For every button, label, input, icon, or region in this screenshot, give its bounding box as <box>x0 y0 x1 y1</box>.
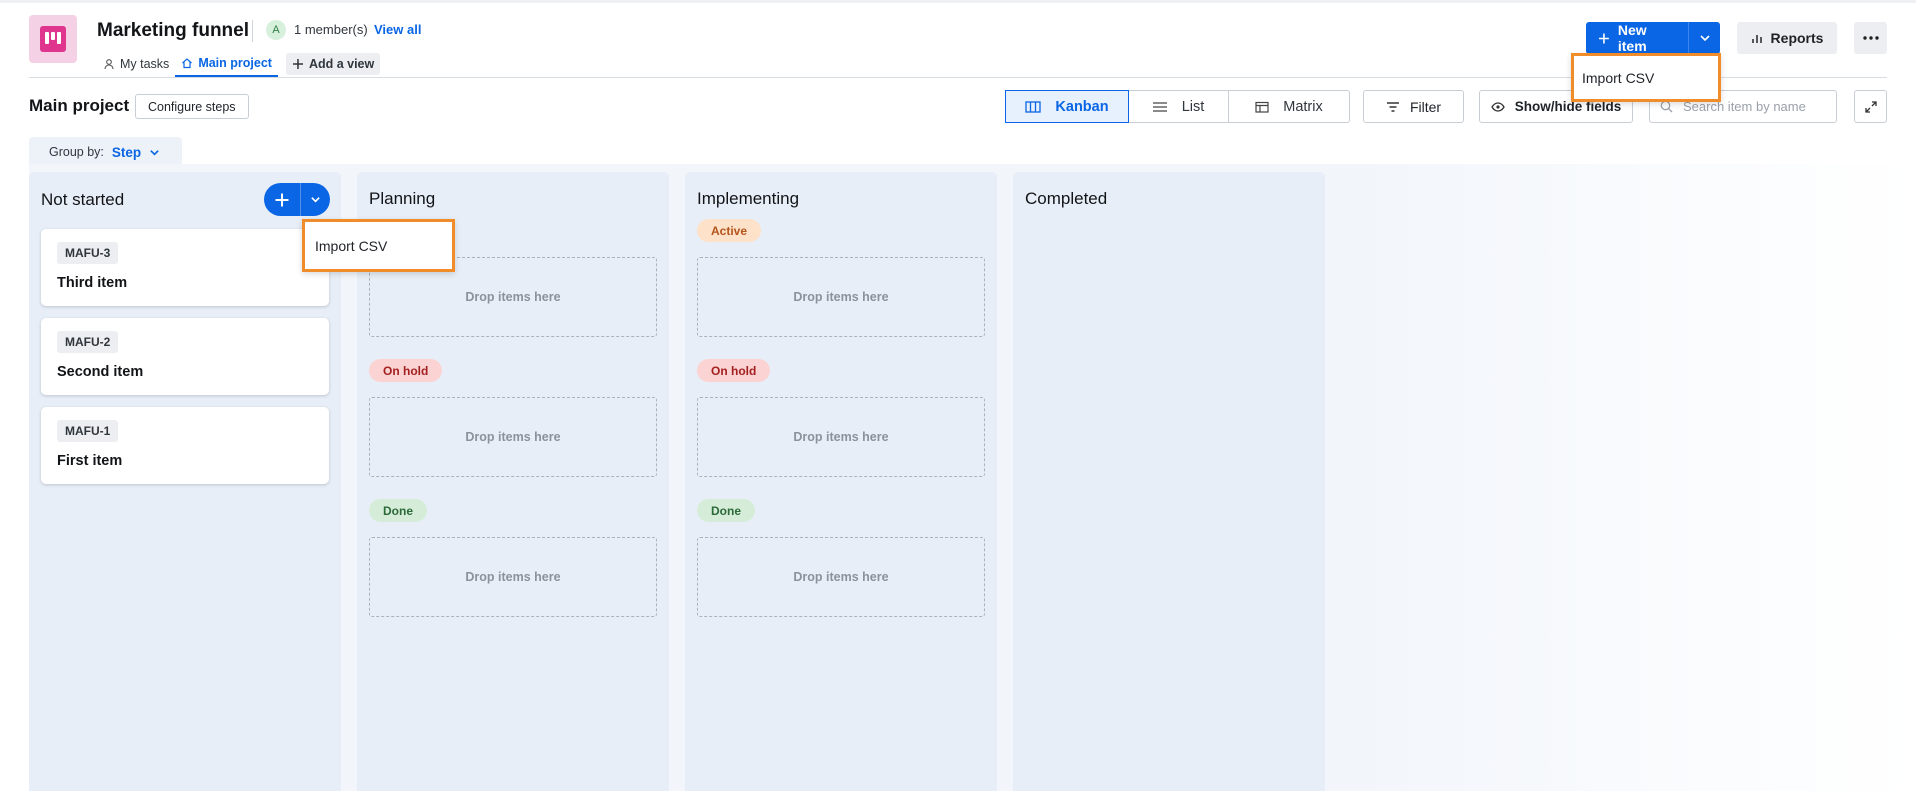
top-border <box>0 0 1916 3</box>
chevron-down-icon <box>1699 35 1710 42</box>
view-kanban[interactable]: Kanban <box>1005 90 1129 123</box>
title-divider <box>252 20 253 42</box>
plus-icon <box>275 193 289 206</box>
avatar[interactable]: A <box>266 20 286 40</box>
status-badge: Done <box>369 499 427 522</box>
status-badge: Done <box>697 499 755 522</box>
column-title: Completed <box>1025 189 1108 208</box>
import-csv-menu-item[interactable]: Import CSV <box>1582 70 1654 86</box>
home-icon <box>182 57 193 68</box>
drop-zone[interactable]: Drop items here <box>369 537 657 617</box>
new-item-dropdown-button[interactable] <box>1688 22 1720 54</box>
app-logo <box>29 15 77 63</box>
group-by-control[interactable]: Group by: Step <box>29 137 182 167</box>
status-badge: On hold <box>369 359 443 382</box>
tab-label: Main project <box>198 55 272 70</box>
add-view-button[interactable]: Add a view <box>285 52 381 75</box>
filter-label: Filter <box>1409 98 1442 115</box>
board-icon <box>40 26 66 52</box>
column-completed: Completed <box>1013 172 1325 791</box>
new-item-label: New item <box>1617 22 1647 54</box>
drop-zone[interactable]: Drop items here <box>369 397 657 477</box>
section-title: Main project <box>29 96 130 115</box>
reports-label: Reports <box>1770 30 1824 46</box>
item-name: First item <box>57 453 123 469</box>
view-label: Matrix <box>1283 98 1323 115</box>
matrix-icon <box>1255 101 1269 113</box>
add-item-dropdown-button[interactable] <box>300 183 330 216</box>
drop-zone[interactable]: Drop items here <box>697 537 985 617</box>
project-title: Marketing funnel <box>97 20 250 41</box>
tab-main-project[interactable]: Main project <box>175 50 278 77</box>
view-all-link[interactable]: View all <box>374 22 421 37</box>
reports-button[interactable]: Reports <box>1737 22 1837 54</box>
new-item-split-button: New item <box>1586 22 1720 54</box>
item-key: MAFU-1 <box>57 420 119 442</box>
new-item-menu: Import CSV <box>1571 53 1721 102</box>
item-name: Second item <box>57 364 144 380</box>
column-add-menu: Import CSV <box>302 219 455 272</box>
member-count: 1 member(s) <box>294 22 368 37</box>
more-options-button[interactable] <box>1854 22 1887 54</box>
column-implementing: Implementing Active Drop items here On h… <box>685 172 997 791</box>
column-title: Implementing <box>697 189 800 208</box>
view-switcher: Kanban List Matrix <box>1005 90 1350 123</box>
filter-button[interactable]: Filter <box>1363 90 1464 123</box>
tab-label: Add a view <box>308 56 375 71</box>
configure-steps-button[interactable]: Configure steps <box>135 94 249 119</box>
plus-icon <box>1598 33 1609 43</box>
group-by-value[interactable]: Step <box>112 145 160 160</box>
filter-icon <box>1386 101 1399 112</box>
status-badge: Active <box>697 219 762 242</box>
item-card[interactable]: MAFU-1 First item <box>41 407 329 484</box>
column-add-split-button <box>264 183 330 216</box>
tab-my-tasks[interactable]: My tasks <box>97 50 175 77</box>
kanban-icon <box>1025 100 1042 113</box>
view-label: Kanban <box>1055 98 1109 115</box>
group-by-label: Group by: <box>49 145 104 159</box>
fullscreen-button[interactable] <box>1854 90 1887 123</box>
add-item-button[interactable] <box>264 183 300 216</box>
chevron-down-icon <box>311 197 320 203</box>
item-key: MAFU-2 <box>57 331 119 353</box>
item-key: MAFU-3 <box>57 242 119 264</box>
view-matrix[interactable]: Matrix <box>1229 91 1349 122</box>
drop-zone[interactable]: Drop items here <box>697 257 985 337</box>
person-icon <box>104 58 114 69</box>
tab-label: My tasks <box>120 56 170 71</box>
ellipsis-icon <box>1862 36 1879 40</box>
group-by-value-text: Step <box>111 144 142 160</box>
bar-chart-icon <box>1751 35 1762 43</box>
item-card[interactable]: MAFU-3 Third item <box>41 229 329 306</box>
chevron-down-icon <box>150 149 159 156</box>
plus-icon <box>292 58 303 69</box>
expand-icon <box>1864 100 1877 113</box>
import-csv-menu-item[interactable]: Import CSV <box>315 238 387 254</box>
column-title: Not started <box>41 190 125 209</box>
item-card[interactable]: MAFU-2 Second item <box>41 318 329 395</box>
list-icon <box>1152 101 1167 112</box>
item-name: Third item <box>57 275 128 291</box>
column-not-started: Not started MAFU-3 Third item MAFU-2 Sec… <box>29 172 341 791</box>
eye-icon <box>1490 101 1505 112</box>
view-tabs: My tasks Main project Add a view <box>97 50 381 77</box>
status-badge: On hold <box>697 359 771 382</box>
column-title: Planning <box>369 189 436 208</box>
new-item-button[interactable]: New item <box>1586 22 1688 54</box>
view-label: List <box>1181 98 1205 115</box>
drop-zone[interactable]: Drop items here <box>697 397 985 477</box>
view-list[interactable]: List <box>1128 91 1229 122</box>
